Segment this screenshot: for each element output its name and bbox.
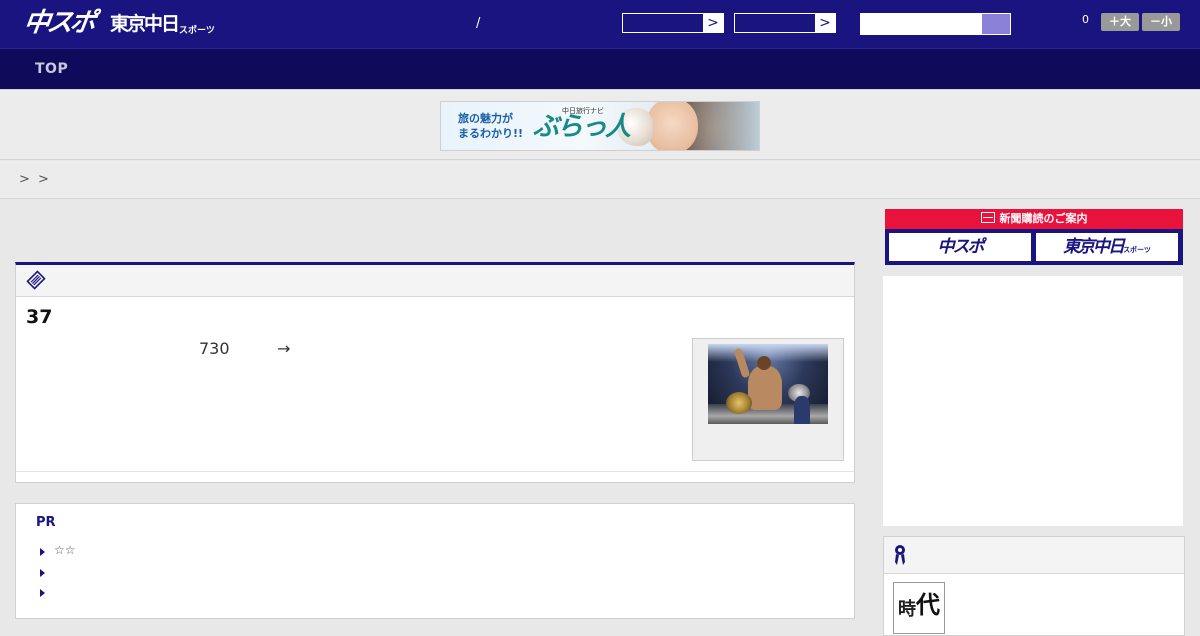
site-header: 中スポ 東京中日スポーツ / > > 0 ＋大 －小 — [0, 0, 1200, 48]
header-select-2[interactable]: > — [734, 13, 836, 33]
breadcrumb: > > — [0, 161, 1200, 199]
chevron-right-icon[interactable]: > — [703, 14, 723, 32]
photo-belt-gold — [726, 392, 752, 414]
banner-copy-line2: まるわかり!! — [458, 127, 524, 140]
photo-official — [794, 396, 810, 424]
article-footer-divider — [16, 471, 854, 472]
search-button[interactable] — [982, 14, 1010, 34]
logo-primary-text: 中スポ — [21, 8, 96, 38]
banner-model-face — [646, 102, 698, 150]
jidai-kanji-1: 時 — [898, 599, 916, 620]
article-photo-frame — [692, 338, 844, 461]
article-photo[interactable] — [708, 344, 828, 424]
mail-icon — [980, 212, 995, 223]
newspaper-icon — [26, 270, 46, 290]
subscription-header[interactable]: 新聞購読のご案内 — [885, 209, 1183, 229]
logo-secondary-text: 東京中日 — [110, 13, 180, 35]
article-box: 37 730 → — [15, 262, 855, 483]
triangle-bullet-icon — [40, 548, 45, 556]
global-nav: TOP — [0, 48, 1200, 89]
sidebar-ad-slot[interactable] — [883, 276, 1183, 526]
pr-box: PR ☆☆ — [15, 503, 855, 619]
sidebar-ranking-box: 時 代 — [883, 536, 1185, 636]
font-size-count: 0 — [1082, 13, 1089, 26]
banner-brand: ぶらっ人 — [533, 112, 631, 142]
photo-boxer-body — [748, 366, 782, 410]
subscription-box: 新聞購読のご案内 中スポ 東京中日スポーツ — [885, 209, 1183, 265]
article-header — [16, 265, 854, 297]
jidai-kanji-2: 代 — [916, 590, 940, 619]
triangle-bullet-icon — [40, 589, 45, 597]
logo-secondary-sub: スポーツ — [179, 26, 215, 36]
travel-ad-banner[interactable]: 旅の魅力が まるわかり!! 中日旅行ナビ ぶらっ人 — [440, 101, 760, 151]
search-input[interactable] — [861, 14, 982, 34]
article-arrow[interactable]: → — [277, 339, 290, 358]
banner-area: 旅の魅力が まるわかり!! 中日旅行ナビ ぶらっ人 — [0, 89, 1200, 160]
triangle-bullet-icon — [40, 569, 45, 577]
header-separator: / — [476, 16, 481, 31]
header-select-1[interactable]: > — [622, 13, 724, 33]
subscribe-chuspo-label: 中スポ — [937, 237, 985, 257]
chuspo-logo[interactable]: 中スポ — [21, 6, 96, 40]
article-body-number: 730 — [199, 339, 230, 358]
sidebar-ranking-header — [884, 537, 1184, 574]
font-size-small-button[interactable]: －小 — [1142, 13, 1180, 31]
subscribe-chuspo-button[interactable]: 中スポ — [889, 233, 1031, 261]
chevron-right-icon[interactable]: > — [815, 14, 835, 32]
subscribe-tokyo-chunichi-sub: スポーツ — [1123, 246, 1151, 254]
breadcrumb-separator: > — [19, 172, 30, 187]
subscribe-tokyo-chunichi-label: 東京中日 — [1063, 237, 1125, 257]
photo-boxer-head — [757, 356, 771, 370]
tokyo-chunichi-logo[interactable]: 東京中日スポーツ — [110, 10, 215, 40]
banner-copy-line1: 旅の魅力が — [458, 112, 513, 125]
subscription-label: 新聞購読のご案内 — [999, 212, 1088, 225]
ribbon-icon — [895, 545, 905, 565]
banner-copy: 旅の魅力が まるわかり!! — [458, 111, 523, 141]
nav-item-top[interactable]: TOP — [35, 61, 68, 77]
jidai-thumbnail[interactable]: 時 代 — [893, 582, 945, 634]
pr-item-label[interactable]: ☆☆ — [54, 543, 76, 557]
font-size-large-button[interactable]: ＋大 — [1101, 13, 1139, 31]
search-box — [860, 13, 1011, 35]
breadcrumb-separator: > — [38, 172, 49, 187]
subscribe-tokyo-chunichi-button[interactable]: 東京中日スポーツ — [1036, 233, 1178, 261]
pr-title: PR — [36, 515, 56, 530]
article-title: 37 — [26, 306, 53, 328]
